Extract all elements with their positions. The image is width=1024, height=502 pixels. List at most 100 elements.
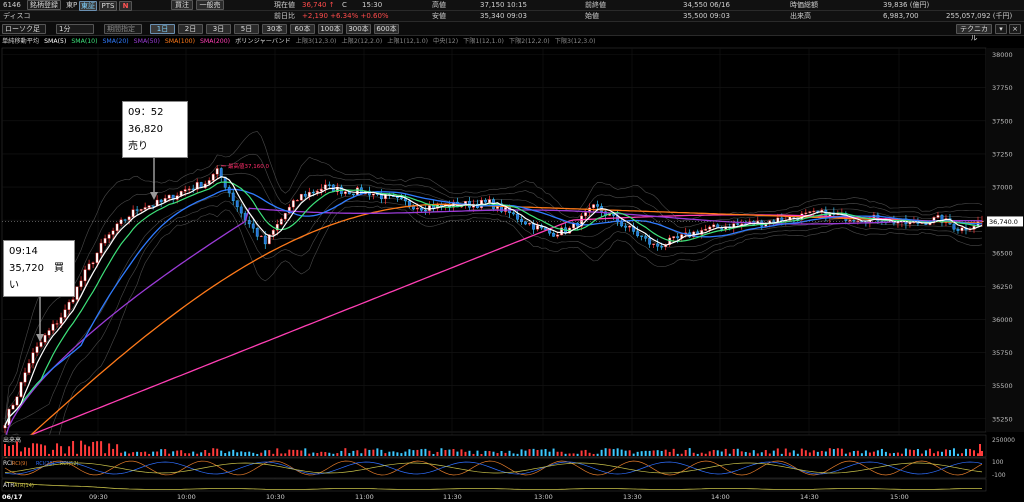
volume-bar	[616, 448, 619, 456]
volume-bar	[44, 445, 47, 456]
candle-body	[63, 309, 67, 318]
volume-bar	[280, 453, 283, 456]
candle-body	[812, 210, 816, 213]
candle-body	[528, 223, 531, 225]
volume-bar	[968, 448, 971, 456]
candle-body	[896, 222, 900, 224]
volume-bar	[28, 447, 31, 456]
volume-bar	[828, 448, 831, 456]
volume-bar	[180, 450, 183, 456]
volume-bar	[240, 451, 243, 456]
volume-bar	[388, 451, 391, 456]
rci-axis-label: 100	[992, 459, 1004, 466]
volume-bar	[440, 448, 443, 456]
y-tick-label: 36000	[992, 316, 1013, 324]
candle-body	[83, 269, 87, 282]
volume-bar	[304, 448, 307, 456]
volume-bar	[96, 441, 99, 456]
volume-bar	[12, 444, 15, 456]
volume-bar	[380, 449, 383, 456]
volume-bar	[888, 453, 891, 456]
volume-bar	[428, 450, 431, 456]
volume-bar	[252, 452, 255, 456]
candle-body	[644, 236, 648, 239]
volume-panel-label: 出来高	[3, 436, 21, 444]
volume-bar	[764, 450, 767, 456]
rci-axis-label: -100	[992, 472, 1006, 479]
x-tick-label: 11:00	[355, 493, 374, 501]
candle-body	[231, 192, 235, 201]
candle-body	[780, 217, 784, 221]
candle-body	[291, 200, 295, 208]
volume-bar	[932, 453, 935, 456]
volume-bar	[236, 452, 239, 456]
volume-bar	[284, 453, 287, 456]
candle-body	[39, 342, 43, 347]
candle-body	[239, 206, 243, 214]
volume-bar	[444, 450, 447, 456]
volume-bar	[456, 451, 459, 456]
buy-callout-time: 09:14	[9, 246, 38, 257]
volume-bar	[524, 450, 527, 456]
candle-body	[131, 209, 135, 218]
candle-body	[351, 193, 355, 196]
volume-bar	[716, 450, 719, 456]
volume-bar	[744, 451, 747, 456]
volume-bar	[796, 453, 799, 456]
volume-bar	[648, 450, 651, 456]
volume-bar	[412, 450, 415, 456]
sell-callout-price: 36,820 売り	[128, 124, 173, 152]
candle-body	[219, 168, 223, 178]
volume-bar	[328, 452, 331, 456]
candle-body	[143, 207, 147, 210]
volume-bar	[340, 450, 343, 456]
rci-panel	[1, 457, 987, 479]
volume-bar	[528, 449, 531, 456]
volume-bar	[164, 449, 167, 456]
y-tick-label: 37000	[992, 184, 1013, 192]
volume-bar	[288, 449, 291, 456]
candle-body	[400, 197, 403, 199]
volume-bar	[572, 453, 575, 456]
max-price-label: 最高値37,160.0	[228, 162, 269, 170]
price-chart[interactable]: 3800037750375003725037000367503650036250…	[0, 0, 1024, 502]
y-tick-label: 37750	[992, 84, 1013, 92]
candle-body	[87, 263, 91, 270]
volume-bar	[520, 449, 523, 456]
volume-bar	[568, 453, 571, 456]
volume-bar	[140, 452, 143, 456]
volume-bar	[900, 453, 903, 456]
volume-bar	[868, 452, 871, 456]
volume-bar	[364, 448, 367, 456]
volume-bar	[476, 450, 479, 456]
volume-bar	[756, 453, 759, 456]
candle-body	[552, 232, 555, 237]
volume-bar	[168, 453, 171, 456]
candle-body	[676, 236, 680, 239]
volume-bar	[452, 449, 455, 456]
candle-body	[323, 184, 327, 190]
volume-bar	[876, 450, 879, 456]
volume-bar	[344, 448, 347, 456]
candle-body	[75, 286, 79, 300]
candle-body	[804, 212, 808, 214]
volume-bar	[272, 453, 275, 456]
volume-bar	[172, 451, 175, 456]
x-tick-label: 13:00	[534, 493, 553, 501]
volume-bar	[660, 450, 663, 456]
volume-bar	[788, 452, 791, 456]
volume-bar	[56, 443, 59, 456]
candle-body	[215, 168, 219, 175]
volume-bar	[336, 453, 339, 456]
candle-body	[512, 212, 515, 215]
volume-bar	[80, 440, 83, 456]
candle-body	[27, 363, 31, 373]
volume-bar	[32, 443, 35, 456]
volume-bar	[812, 450, 815, 456]
volume-bar	[768, 453, 771, 456]
volume-bar	[560, 451, 563, 456]
candle-body	[640, 235, 644, 237]
volume-bar	[176, 450, 179, 456]
volume-bar	[680, 453, 683, 456]
volume-bar	[672, 448, 675, 456]
